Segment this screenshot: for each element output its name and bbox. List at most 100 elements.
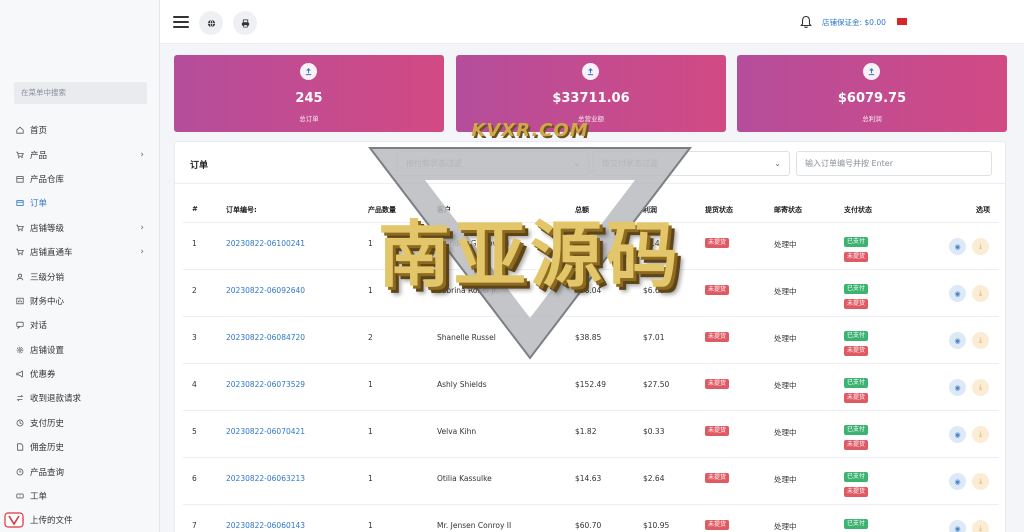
sidebar-item-4[interactable]: 店铺等级 ›: [14, 216, 154, 240]
sidebar-item-15[interactable]: 工单: [14, 484, 154, 508]
order-code-link[interactable]: 20230822-06063213: [226, 474, 305, 483]
sidebar-item-6[interactable]: 三级分销: [14, 264, 154, 288]
payment-status-badge: 已支付: [844, 378, 869, 388]
cart-icon: [14, 149, 26, 161]
sidebar-item-10[interactable]: 优惠券: [14, 362, 154, 386]
download-invoice-button[interactable]: ⤓: [972, 426, 989, 443]
sidebar-menu: 首页 产品 › 产品仓库 订单 店铺等级 › 店铺直通车 › 三级分销 财务中心 对话 店铺设置 优惠券收…: [14, 118, 154, 532]
view-order-button[interactable]: ◉: [949, 379, 966, 396]
customer-name: Otilia Kassulke: [437, 474, 492, 483]
payment-status-badge: 已支付: [844, 331, 869, 341]
download-invoice-button[interactable]: ⤓: [972, 285, 989, 302]
customer-name: Velva Kihn: [437, 427, 477, 436]
sidebar-item-label: 店铺设置: [30, 345, 65, 356]
print-button[interactable]: [233, 11, 257, 35]
pickup-status-badge: 未提货: [705, 238, 730, 248]
payment-pickup-badge: 未提货: [844, 252, 869, 262]
language-flag-icon[interactable]: [897, 18, 907, 25]
column-header-total: 总额: [575, 206, 589, 214]
sidebar: 在菜单中搜索 首页 产品 › 产品仓库 订单 店铺等级 › 店铺直通车 › 三级分销 财务中心 对话店…: [0, 0, 160, 532]
download-invoice-button[interactable]: ⤓: [972, 473, 989, 490]
shop-deposit-balance: 店铺保证金: $0.00: [822, 18, 886, 27]
sidebar-item-13[interactable]: 佣金历史: [14, 435, 154, 459]
warehouse-icon: [14, 173, 26, 185]
customer-name: Sabrina Robel Jr.: [437, 286, 499, 295]
customer-name: Mr. Jensen Conroy II: [437, 521, 512, 530]
order-code-link[interactable]: 20230822-06092640: [226, 286, 305, 295]
sidebar-item-16[interactable]: 上传的文件: [14, 508, 154, 532]
order-code-link[interactable]: 20230822-06060143: [226, 521, 305, 530]
user-icon: [14, 271, 26, 283]
download-invoice-button[interactable]: ⤓: [972, 379, 989, 396]
view-order-button[interactable]: ◉: [949, 332, 966, 349]
order-code-search-input[interactable]: 输入订单编号并按 Enter: [796, 151, 992, 176]
sidebar-item-14[interactable]: 产品查询: [14, 459, 154, 483]
stat-value: $6079.75: [837, 91, 907, 106]
row-index: 4: [192, 380, 197, 389]
table-row: 7 20230822-06060143 1 Mr. Jensen Conroy II $…: [183, 504, 999, 532]
download-invoice-button[interactable]: ⤓: [972, 332, 989, 349]
sidebar-item-7[interactable]: 财务中心: [14, 289, 154, 313]
row-index: 3: [192, 333, 197, 342]
view-order-button[interactable]: ◉: [949, 426, 966, 443]
view-order-button[interactable]: ◉: [949, 473, 966, 490]
eye-icon: ◉: [954, 383, 961, 392]
search-placeholder: 输入订单编号并按 Enter: [805, 159, 894, 168]
menu-search-input[interactable]: 在菜单中搜索: [14, 82, 147, 104]
product-quantity: 1: [368, 286, 373, 295]
download-icon: ⤓: [978, 242, 983, 250]
sidebar-item-3[interactable]: 订单: [14, 191, 154, 215]
sidebar-item-8[interactable]: 对话: [14, 313, 154, 337]
sidebar-item-0[interactable]: 首页: [14, 118, 154, 142]
table-row: 3 20230822-06084720 2 Shanelle Russel $38.85…: [183, 316, 999, 363]
row-index: 6: [192, 474, 197, 483]
sidebar-item-12[interactable]: 支付历史: [14, 411, 154, 435]
download-invoice-button[interactable]: ⤓: [972, 520, 989, 532]
order-code-link[interactable]: 20230822-06084720: [226, 333, 305, 342]
sidebar-item-label: 订单: [30, 199, 48, 210]
sidebar-item-5[interactable]: 店铺直通车 ›: [14, 240, 154, 264]
sidebar-item-11[interactable]: 收到退款请求: [14, 386, 154, 410]
refund-icon: [14, 392, 26, 404]
sidebar-item-9[interactable]: 店铺设置: [14, 338, 154, 362]
upload-icon: [300, 63, 317, 80]
history-icon: [14, 417, 26, 429]
order-total: $60.70: [575, 521, 602, 530]
sidebar-item-1[interactable]: 产品 ›: [14, 142, 154, 166]
order-profit: $6.60: [643, 286, 665, 295]
sidebar-item-label: 佣金历史: [30, 443, 65, 454]
sidebar-item-label: 优惠券: [30, 370, 56, 381]
view-order-button[interactable]: ◉: [949, 285, 966, 302]
menu-toggle-icon[interactable]: [173, 16, 189, 28]
order-code-link[interactable]: 20230822-06073529: [226, 380, 305, 389]
order-total: $152.49: [575, 380, 607, 389]
row-index: 7: [192, 521, 197, 530]
shipping-status: 处理中: [774, 475, 797, 484]
column-header-customer: 客户: [437, 206, 451, 214]
download-icon: ⤓: [978, 477, 983, 485]
sidebar-item-label: 收到退款请求: [30, 394, 82, 405]
column-header-options: 选项: [976, 206, 990, 214]
view-order-button[interactable]: ◉: [949, 520, 966, 532]
sidebar-item-label: 店铺等级: [30, 223, 65, 234]
shipping-status: 处理中: [774, 240, 797, 249]
chevron-right-icon: ›: [140, 247, 144, 258]
payment-pickup-badge: 未提货: [844, 487, 869, 497]
pickup-status-badge: 未提货: [705, 520, 730, 530]
orders-panel: 订单 按付款状态过滤 ⌄ 按交付状态过滤 ⌄ 输入订单编号并按 Enter # …: [174, 141, 1006, 532]
download-invoice-button[interactable]: ⤓: [972, 238, 989, 255]
row-index: 5: [192, 427, 197, 436]
globe-button[interactable]: [199, 11, 223, 35]
delivery-status-filter[interactable]: 按交付状态过滤 ⌄: [593, 151, 790, 176]
product-quantity: 1: [368, 521, 373, 530]
notification-bell-icon[interactable]: [800, 15, 812, 29]
order-profit: $4.40: [643, 239, 665, 248]
order-code-link[interactable]: 20230822-06100241: [226, 239, 305, 248]
order-code-link[interactable]: 20230822-06070421: [226, 427, 305, 436]
view-order-button[interactable]: ◉: [949, 238, 966, 255]
eye-icon: ◉: [954, 289, 961, 298]
payment-status-filter[interactable]: 按付款状态过滤 ⌄: [397, 151, 589, 176]
order-profit: $27.50: [643, 380, 670, 389]
sidebar-item-2[interactable]: 产品仓库: [14, 167, 154, 191]
printer-icon: [241, 18, 249, 27]
